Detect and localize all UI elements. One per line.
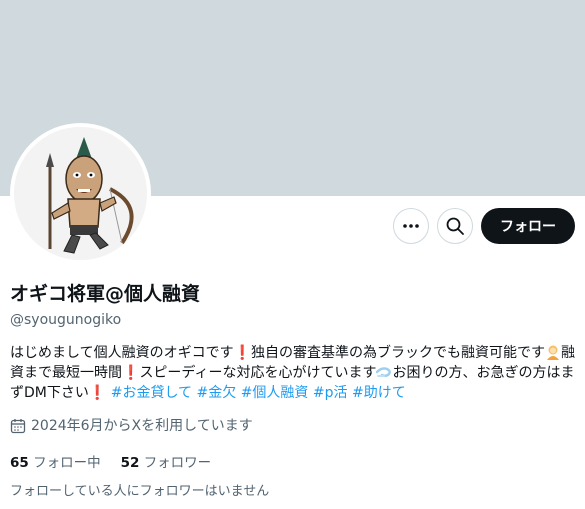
hashtag-link[interactable]: #p活 — [313, 385, 348, 401]
hashtag-link[interactable]: #金欠 — [197, 385, 237, 401]
hashtag-link[interactable]: #個人融資 — [241, 385, 309, 401]
bio-text: スピーディーな対応を心がけています — [139, 365, 377, 381]
profile-bio: はじめまして個人融資のオギコです❗独自の審査基準の為ブラックでも融資可能です 融資… — [10, 343, 580, 403]
follow-stats: 65 フォロー中 52 フォロワー — [10, 453, 211, 473]
calendar-icon — [10, 419, 26, 434]
profile-actions: フォロー — [393, 208, 575, 244]
mutual-followers-text: フォローしている人にフォロワーはいません — [10, 484, 270, 499]
hashtag-link[interactable]: #お金貸して — [111, 385, 192, 401]
more-button[interactable] — [393, 208, 429, 244]
search-button[interactable] — [437, 208, 473, 244]
followers-link[interactable]: 52 フォロワー — [121, 453, 212, 473]
followers-label: フォロワー — [143, 455, 212, 471]
dash-emoji-icon — [376, 367, 392, 377]
user-handle: @syougunogiko — [10, 312, 122, 328]
following-link[interactable]: 65 フォロー中 — [10, 453, 101, 473]
bio-text: 独自の審査基準の為ブラックでも融資可能です — [251, 345, 546, 361]
follow-button[interactable]: フォロー — [481, 208, 575, 244]
profile-avatar[interactable] — [10, 123, 151, 264]
search-icon — [446, 217, 464, 235]
exclamation-icon: ❗ — [88, 385, 107, 401]
more-horizontal-icon — [403, 224, 419, 228]
bio-text: はじめまして個人融資のオギコです — [10, 345, 234, 361]
exclamation-icon: ❗ — [233, 345, 252, 361]
hashtag-link[interactable]: #助けて — [352, 385, 406, 401]
display-name: オギコ将軍@個人融資 — [10, 283, 201, 305]
joined-text: 2024年6月からXを利用しています — [31, 418, 253, 434]
followers-count: 52 — [120, 455, 140, 471]
person-emoji-icon — [547, 345, 560, 360]
following-label: フォロー中 — [33, 455, 101, 471]
following-count: 65 — [10, 455, 29, 471]
avatar-illustration — [14, 127, 147, 260]
exclamation-icon: ❗ — [122, 365, 140, 381]
joined-date: 2024年6月からXを利用しています — [10, 416, 253, 436]
